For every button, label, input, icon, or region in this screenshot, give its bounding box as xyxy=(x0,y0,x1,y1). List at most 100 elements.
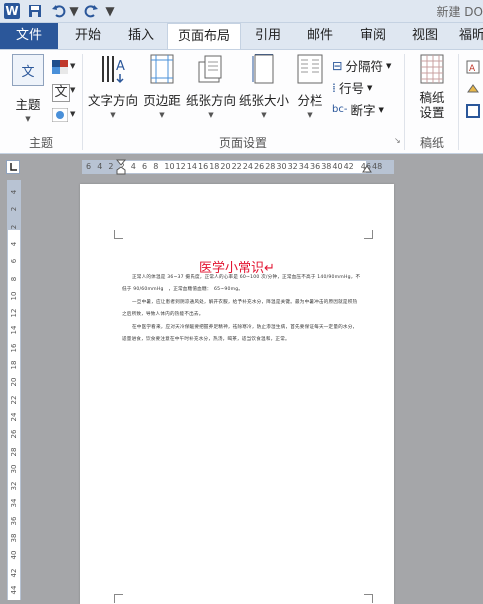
breaks-icon: ⊟ xyxy=(332,58,343,73)
ruler-tick-label: 42 xyxy=(343,162,354,171)
watermark-icon[interactable]: A xyxy=(466,60,480,74)
ruler-tick-label: 6 xyxy=(142,162,148,171)
ruler-tick-label: 2 xyxy=(10,224,18,229)
tab-review[interactable]: 审阅 xyxy=(348,23,398,49)
ruler-tick-label: 36 xyxy=(10,516,18,526)
line-numbers-label: 行号 xyxy=(338,81,364,96)
chevron-down-icon: ▼ xyxy=(378,105,384,114)
chevron-down-icon: ▼ xyxy=(386,61,392,70)
corner-mark xyxy=(114,230,123,239)
ruler-tick-label: 30 xyxy=(10,464,18,474)
ruler-tick-label: 4 xyxy=(10,189,18,195)
ruler-tick-label: 36 xyxy=(310,162,321,171)
columns-icon xyxy=(297,54,323,84)
chevron-down-icon: ▼ xyxy=(307,111,313,119)
title-bar: W ▼ ▼ 新建 DO xyxy=(0,0,483,23)
manuscript-setup-button[interactable]: 稿纸 设置 xyxy=(410,54,454,120)
ruler-tick-label: 30 xyxy=(276,162,287,171)
ruler-tick-label: 24 xyxy=(10,412,18,422)
margins-button[interactable]: 页边距 ▼ xyxy=(142,54,182,119)
chevron-down-icon: ▼ xyxy=(110,111,116,119)
indent-marker-icon[interactable] xyxy=(116,159,126,175)
ruler-tick-label: 2 xyxy=(10,207,18,212)
document-paragraph: 正常人的体温是 36~37 摄氏度，正常人的心率是 60~100 次/分钟，正常… xyxy=(122,275,361,292)
ruler-tick-label: 6 xyxy=(86,162,92,171)
chevron-down-icon: ▼ xyxy=(70,62,76,70)
breaks-label: 分隔符 xyxy=(345,59,383,74)
word-app-icon[interactable]: W xyxy=(4,3,20,19)
tab-file[interactable]: 文件 xyxy=(0,23,58,49)
ruler-tick-label: 26 xyxy=(10,429,18,439)
hyphenation-icon: bc- xyxy=(332,104,348,115)
ruler-tick-label: 28 xyxy=(10,447,18,456)
size-button[interactable]: 纸张大小 ▼ xyxy=(238,53,290,119)
group-separator xyxy=(404,54,405,150)
ruler-tick-label: 12 xyxy=(10,308,18,318)
ruler-tick-label: 28 xyxy=(265,162,276,171)
text-direction-button[interactable]: A 文字方向 ▼ xyxy=(86,54,140,119)
tab-selector-icon[interactable] xyxy=(6,160,20,174)
right-indent-marker-icon[interactable] xyxy=(362,163,372,173)
ruler-tick-label: 22 xyxy=(10,395,18,405)
page-color-icon[interactable] xyxy=(466,82,480,96)
tab-mailings[interactable]: 邮件 xyxy=(294,23,346,49)
chevron-down-icon: ▼ xyxy=(70,86,76,94)
group-separator xyxy=(458,54,459,150)
save-icon[interactable] xyxy=(28,3,42,19)
document-paragraph: 在中医学看来，应对天冷保暖要把握养足精神，祛除寒冷，防止渗湿生病，首先要保证每天… xyxy=(122,325,358,342)
tab-page-layout[interactable]: 页面布局 xyxy=(167,23,241,50)
ruler-tick-label: 48 xyxy=(372,162,383,171)
ruler-tick-label: 32 xyxy=(10,481,18,491)
document-page[interactable]: 医学小常识↵ 正常人的体温是 36~37 摄氏度，正常人的心率是 60~100 … xyxy=(80,184,394,604)
ruler-tick-label: 44 xyxy=(10,585,18,595)
page-setup-launcher-icon[interactable]: ↘ xyxy=(394,136,401,145)
theme-effects-icon[interactable] xyxy=(51,107,69,123)
chevron-down-icon: ▼ xyxy=(159,111,165,119)
undo-dropdown-icon[interactable]: ▼ xyxy=(69,3,78,19)
ruler-tick-label: 32 xyxy=(287,162,298,171)
chevron-down-icon: ▼ xyxy=(70,110,76,118)
text-direction-icon: A xyxy=(98,54,128,84)
ruler-tick-label: 20 xyxy=(220,162,231,171)
customize-toolbar-icon[interactable]: ▼ xyxy=(105,3,114,19)
theme-colors-icon[interactable] xyxy=(52,60,68,74)
ribbon-tabs: 文件 开始 插入 页面布局 引用 邮件 审阅 视图 福昕 xyxy=(0,23,483,50)
ruler-tick-label: 16 xyxy=(10,343,18,353)
manuscript-group-label: 稿纸 xyxy=(419,136,444,150)
ruler-tick-label: 8 xyxy=(10,276,18,281)
page-borders-icon[interactable] xyxy=(466,104,480,118)
ruler-tick-label: 4 xyxy=(97,162,103,171)
margins-icon xyxy=(149,54,175,84)
ruler-tick-label: 8 xyxy=(153,162,159,171)
svg-text:A: A xyxy=(469,64,476,74)
tab-references[interactable]: 引用 xyxy=(244,23,292,49)
text-direction-label: 文字方向 xyxy=(87,93,138,108)
corner-mark xyxy=(364,594,373,603)
tab-foxit[interactable]: 福昕 xyxy=(452,23,483,49)
tab-view[interactable]: 视图 xyxy=(400,23,450,49)
themes-button[interactable]: 文 主题 ▼ xyxy=(8,54,48,123)
margins-label: 页边距 xyxy=(143,93,181,108)
horizontal-ruler[interactable]: 6 4 2 2 4 6 8 10 12 14 16 18 20 22 24 26 28 30 32 34 36 38 40 4… xyxy=(82,159,394,175)
tab-insert[interactable]: 插入 xyxy=(116,23,166,49)
vertical-ruler[interactable]: 4 2 2 4 6 8 10 12 14 16 18 20 22 24 26 28 30 32 34 36 38 40 42… xyxy=(7,180,21,600)
orientation-button[interactable]: 纸张方向 ▼ xyxy=(184,54,238,119)
ruler-tick-label: 40 xyxy=(332,162,343,171)
ruler-tick-label: 16 xyxy=(198,162,209,171)
line-numbers-icon: ⁞ xyxy=(332,80,336,95)
ruler-tick-label: 20 xyxy=(10,377,18,387)
ruler-tick-label: 12 xyxy=(175,162,186,171)
document-paragraph: 一旦中暑，应让患者到阴凉通风处，解开衣服，给予补充水分，降温是关键。最为中暑冲击… xyxy=(122,300,358,317)
columns-button[interactable]: 分栏 ▼ xyxy=(292,54,328,119)
tab-home[interactable]: 开始 xyxy=(62,23,114,49)
ruler-tick-label: 18 xyxy=(10,360,18,370)
redo-icon[interactable] xyxy=(84,3,98,19)
hyphenation-button[interactable]: bc- 断字 ▼ xyxy=(332,100,384,119)
ruler-tick-label: 24 xyxy=(242,162,253,171)
manuscript-icon xyxy=(420,54,444,84)
theme-fonts-icon[interactable]: 文 xyxy=(52,84,70,102)
breaks-button[interactable]: ⊟ 分隔符 ▼ xyxy=(332,56,391,75)
line-numbers-button[interactable]: ⁞ 行号 ▼ xyxy=(332,78,372,97)
columns-label: 分栏 xyxy=(297,93,323,108)
undo-icon[interactable] xyxy=(52,3,66,19)
